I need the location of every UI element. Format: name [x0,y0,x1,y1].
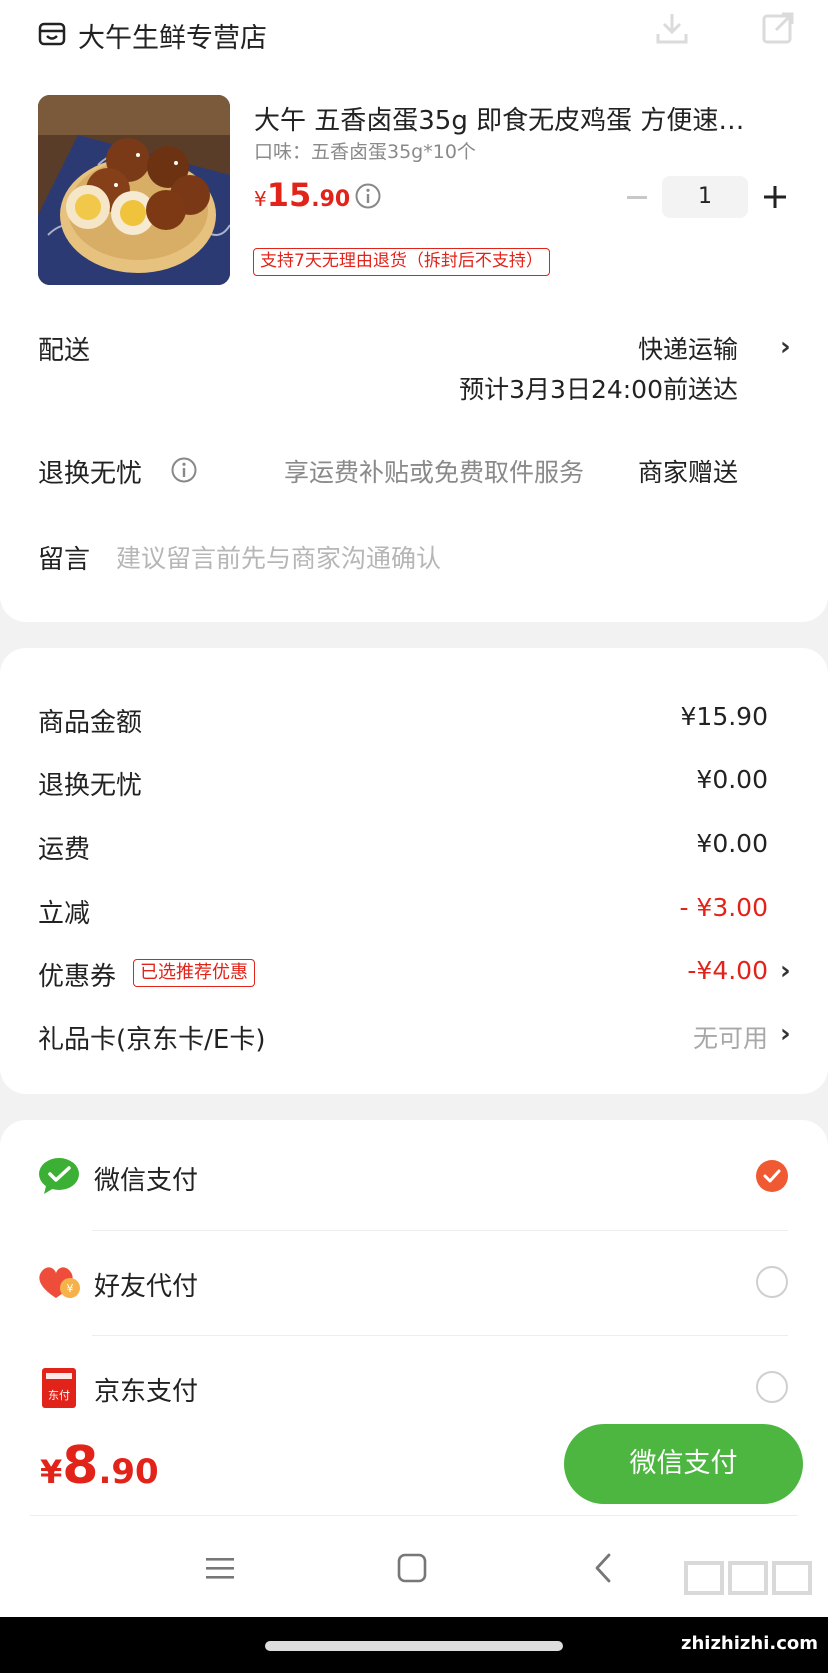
home-indicator[interactable] [265,1641,563,1651]
watermark-text: zhizhizhi.com [680,1633,818,1654]
radio-unselected-icon[interactable] [756,1266,788,1298]
pay-button[interactable]: 微信支付 [564,1424,803,1504]
payment-methods-card: 微信支付 ¥ 好友代付 东付 京东支付 [0,1120,828,1420]
summary-value-worry-free: ¥0.00 [696,765,768,794]
product-title[interactable]: 大午 五香卤蛋35g 即食无皮鸡蛋 方便速… [254,100,774,137]
total-price: ¥8.90 [40,1436,159,1496]
order-item-card: 大午生鲜专营店 大午 五香卤蛋35g 即食无皮鸡蛋 方便速… 口味：五香卤蛋35… [0,0,828,622]
delivery-chevron-icon[interactable]: › [780,332,791,362]
message-input[interactable]: 建议留言前先与商家沟通确认 [116,539,776,575]
share-icon[interactable] [758,8,798,48]
summary-label-worry-free: 退换无忧 [38,771,143,801]
payment-label-jd: 京东支付 [94,1377,199,1407]
delivery-label: 配送 [38,336,91,366]
product-variant[interactable]: 口味：五香卤蛋35g*10个 [254,137,476,164]
product-price: ¥15.90 [254,176,350,214]
payment-option-wechat[interactable]: 微信支付 [0,1120,828,1230]
svg-text:¥: ¥ [67,1282,74,1295]
summary-label-gift-card[interactable]: 礼品卡(京东卡/E卡) [38,1019,265,1056]
watermark-logo [680,1557,820,1615]
friend-pay-icon: ¥ [36,1262,82,1302]
gift-card-chevron-icon[interactable]: › [780,1019,791,1049]
wechat-pay-icon [38,1156,80,1196]
quantity-increase-button[interactable] [760,176,790,218]
back-nav-icon[interactable] [588,1552,620,1584]
summary-value-gift-card[interactable]: 无可用 [693,1019,768,1055]
price-integer: 15 [266,176,312,214]
payment-label-friend: 好友代付 [94,1272,199,1302]
radio-unselected-icon[interactable] [756,1371,788,1403]
delivery-eta: 预计3月3日24:00前送达 [459,375,738,404]
summary-label-shipping: 运费 [38,835,91,865]
worry-free-value: 商家赠送 [637,458,738,487]
price-symbol: ¥ [254,187,267,211]
return-policy-tag: 支持7天无理由退货（拆封后不支持） [253,248,550,276]
worry-free-label: 退换无忧 [38,459,143,489]
summary-value-shipping: ¥0.00 [696,829,768,858]
worry-free-info-icon[interactable] [170,456,198,484]
gesture-bar: zhizhizhi.com [0,1561,828,1673]
store-name[interactable]: 大午生鲜专营店 [78,16,267,55]
svg-text:东付: 东付 [48,1389,70,1402]
price-decimal: .90 [311,187,351,212]
radio-selected-icon[interactable] [756,1160,788,1192]
total-decimal: .90 [98,1452,159,1492]
download-icon[interactable] [652,8,692,48]
price-summary-card: 商品金额 ¥15.90 退换无忧 ¥0.00 运费 ¥0.00 立减 - ¥3.… [0,648,828,1094]
delivery-method[interactable]: 快递运输 [638,330,738,366]
summary-label-subtotal: 商品金额 [38,708,143,738]
store-icon [38,20,66,48]
summary-label-coupon[interactable]: 优惠券 [38,956,116,993]
divider [30,1515,798,1516]
product-image[interactable] [38,95,230,285]
home-nav-icon[interactable] [396,1552,428,1584]
menu-nav-icon[interactable] [204,1552,236,1584]
total-symbol: ¥ [40,1453,63,1491]
summary-label-instant-discount: 立减 [38,899,91,929]
summary-value-instant-discount: - ¥3.00 [679,893,768,922]
quantity-input[interactable]: 1 [662,176,748,218]
jd-pay-icon: 东付 [42,1368,76,1408]
payment-option-friend[interactable]: ¥ 好友代付 [0,1230,828,1335]
coupon-chevron-icon[interactable]: › [780,956,791,986]
price-info-icon[interactable] [354,182,382,210]
coupon-selected-tag: 已选推荐优惠 [133,959,255,987]
total-integer: 8 [62,1436,99,1496]
summary-value-coupon[interactable]: -¥4.00 [687,956,768,985]
payment-label-wechat: 微信支付 [94,1166,199,1196]
quantity-decrease-button[interactable] [622,176,652,218]
summary-value-subtotal: ¥15.90 [680,702,768,731]
worry-free-desc: 享运费补贴或免费取件服务 [284,458,585,487]
message-label: 留言 [38,545,91,575]
